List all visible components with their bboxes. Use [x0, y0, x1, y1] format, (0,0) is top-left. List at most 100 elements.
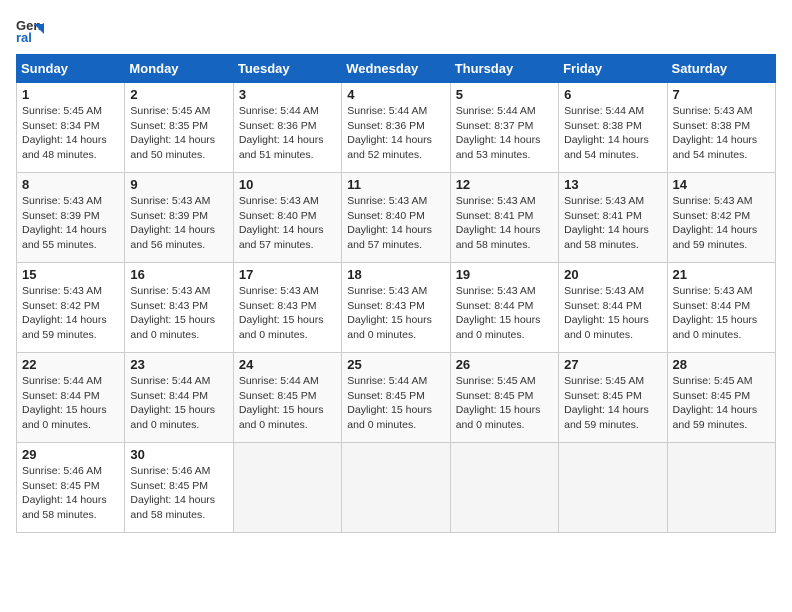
day-info: Sunrise: 5:43 AM Sunset: 8:40 PM Dayligh… [239, 194, 336, 253]
column-header-wednesday: Wednesday [342, 55, 450, 83]
calendar-cell: 30 Sunrise: 5:46 AM Sunset: 8:45 PM Dayl… [125, 443, 233, 533]
calendar-cell [233, 443, 341, 533]
logo-icon: Gene ral [16, 16, 44, 44]
calendar-cell: 18 Sunrise: 5:43 AM Sunset: 8:43 PM Dayl… [342, 263, 450, 353]
calendar-cell: 6 Sunrise: 5:44 AM Sunset: 8:38 PM Dayli… [559, 83, 667, 173]
header: Gene ral [16, 16, 776, 44]
calendar-cell: 14 Sunrise: 5:43 AM Sunset: 8:42 PM Dayl… [667, 173, 775, 263]
day-number: 5 [456, 87, 553, 102]
day-number: 1 [22, 87, 119, 102]
day-number: 20 [564, 267, 661, 282]
day-number: 21 [673, 267, 770, 282]
day-info: Sunrise: 5:43 AM Sunset: 8:41 PM Dayligh… [456, 194, 553, 253]
day-number: 30 [130, 447, 227, 462]
day-number: 25 [347, 357, 444, 372]
day-info: Sunrise: 5:43 AM Sunset: 8:44 PM Dayligh… [456, 284, 553, 343]
day-info: Sunrise: 5:43 AM Sunset: 8:42 PM Dayligh… [673, 194, 770, 253]
column-header-tuesday: Tuesday [233, 55, 341, 83]
calendar-cell: 24 Sunrise: 5:44 AM Sunset: 8:45 PM Dayl… [233, 353, 341, 443]
calendar-cell: 25 Sunrise: 5:44 AM Sunset: 8:45 PM Dayl… [342, 353, 450, 443]
day-number: 16 [130, 267, 227, 282]
day-number: 12 [456, 177, 553, 192]
day-info: Sunrise: 5:45 AM Sunset: 8:45 PM Dayligh… [673, 374, 770, 433]
column-header-saturday: Saturday [667, 55, 775, 83]
day-number: 4 [347, 87, 444, 102]
calendar-cell: 7 Sunrise: 5:43 AM Sunset: 8:38 PM Dayli… [667, 83, 775, 173]
calendar-week-3: 15 Sunrise: 5:43 AM Sunset: 8:42 PM Dayl… [17, 263, 776, 353]
day-info: Sunrise: 5:45 AM Sunset: 8:45 PM Dayligh… [564, 374, 661, 433]
day-info: Sunrise: 5:44 AM Sunset: 8:45 PM Dayligh… [239, 374, 336, 433]
calendar-cell [342, 443, 450, 533]
day-info: Sunrise: 5:46 AM Sunset: 8:45 PM Dayligh… [22, 464, 119, 523]
day-info: Sunrise: 5:44 AM Sunset: 8:36 PM Dayligh… [347, 104, 444, 163]
calendar-cell: 8 Sunrise: 5:43 AM Sunset: 8:39 PM Dayli… [17, 173, 125, 263]
calendar-week-2: 8 Sunrise: 5:43 AM Sunset: 8:39 PM Dayli… [17, 173, 776, 263]
calendar-cell: 11 Sunrise: 5:43 AM Sunset: 8:40 PM Dayl… [342, 173, 450, 263]
calendar-cell: 16 Sunrise: 5:43 AM Sunset: 8:43 PM Dayl… [125, 263, 233, 353]
day-info: Sunrise: 5:43 AM Sunset: 8:43 PM Dayligh… [347, 284, 444, 343]
day-number: 29 [22, 447, 119, 462]
day-number: 15 [22, 267, 119, 282]
day-number: 19 [456, 267, 553, 282]
calendar-cell: 29 Sunrise: 5:46 AM Sunset: 8:45 PM Dayl… [17, 443, 125, 533]
calendar-cell: 27 Sunrise: 5:45 AM Sunset: 8:45 PM Dayl… [559, 353, 667, 443]
column-header-sunday: Sunday [17, 55, 125, 83]
calendar-cell: 26 Sunrise: 5:45 AM Sunset: 8:45 PM Dayl… [450, 353, 558, 443]
day-number: 22 [22, 357, 119, 372]
calendar-week-5: 29 Sunrise: 5:46 AM Sunset: 8:45 PM Dayl… [17, 443, 776, 533]
day-info: Sunrise: 5:44 AM Sunset: 8:38 PM Dayligh… [564, 104, 661, 163]
day-info: Sunrise: 5:44 AM Sunset: 8:36 PM Dayligh… [239, 104, 336, 163]
day-info: Sunrise: 5:43 AM Sunset: 8:44 PM Dayligh… [564, 284, 661, 343]
calendar-cell: 21 Sunrise: 5:43 AM Sunset: 8:44 PM Dayl… [667, 263, 775, 353]
day-info: Sunrise: 5:46 AM Sunset: 8:45 PM Dayligh… [130, 464, 227, 523]
day-number: 2 [130, 87, 227, 102]
day-number: 3 [239, 87, 336, 102]
day-number: 26 [456, 357, 553, 372]
day-info: Sunrise: 5:44 AM Sunset: 8:44 PM Dayligh… [130, 374, 227, 433]
day-info: Sunrise: 5:44 AM Sunset: 8:44 PM Dayligh… [22, 374, 119, 433]
calendar-cell: 4 Sunrise: 5:44 AM Sunset: 8:36 PM Dayli… [342, 83, 450, 173]
day-number: 14 [673, 177, 770, 192]
day-info: Sunrise: 5:43 AM Sunset: 8:43 PM Dayligh… [239, 284, 336, 343]
column-header-monday: Monday [125, 55, 233, 83]
day-number: 10 [239, 177, 336, 192]
calendar-cell: 1 Sunrise: 5:45 AM Sunset: 8:34 PM Dayli… [17, 83, 125, 173]
calendar-cell: 9 Sunrise: 5:43 AM Sunset: 8:39 PM Dayli… [125, 173, 233, 263]
day-info: Sunrise: 5:44 AM Sunset: 8:37 PM Dayligh… [456, 104, 553, 163]
day-number: 18 [347, 267, 444, 282]
calendar-cell [450, 443, 558, 533]
calendar-cell: 22 Sunrise: 5:44 AM Sunset: 8:44 PM Dayl… [17, 353, 125, 443]
day-info: Sunrise: 5:45 AM Sunset: 8:34 PM Dayligh… [22, 104, 119, 163]
day-number: 6 [564, 87, 661, 102]
calendar-cell: 13 Sunrise: 5:43 AM Sunset: 8:41 PM Dayl… [559, 173, 667, 263]
calendar-week-1: 1 Sunrise: 5:45 AM Sunset: 8:34 PM Dayli… [17, 83, 776, 173]
calendar-week-4: 22 Sunrise: 5:44 AM Sunset: 8:44 PM Dayl… [17, 353, 776, 443]
day-number: 8 [22, 177, 119, 192]
day-info: Sunrise: 5:43 AM Sunset: 8:39 PM Dayligh… [130, 194, 227, 253]
day-number: 28 [673, 357, 770, 372]
calendar-cell: 2 Sunrise: 5:45 AM Sunset: 8:35 PM Dayli… [125, 83, 233, 173]
calendar-header-row: SundayMondayTuesdayWednesdayThursdayFrid… [17, 55, 776, 83]
calendar-cell: 17 Sunrise: 5:43 AM Sunset: 8:43 PM Dayl… [233, 263, 341, 353]
day-number: 27 [564, 357, 661, 372]
day-number: 23 [130, 357, 227, 372]
logo: Gene ral [16, 16, 48, 44]
day-info: Sunrise: 5:43 AM Sunset: 8:40 PM Dayligh… [347, 194, 444, 253]
calendar-cell: 12 Sunrise: 5:43 AM Sunset: 8:41 PM Dayl… [450, 173, 558, 263]
calendar-table: SundayMondayTuesdayWednesdayThursdayFrid… [16, 54, 776, 533]
day-info: Sunrise: 5:43 AM Sunset: 8:41 PM Dayligh… [564, 194, 661, 253]
calendar-cell: 19 Sunrise: 5:43 AM Sunset: 8:44 PM Dayl… [450, 263, 558, 353]
day-number: 9 [130, 177, 227, 192]
calendar-cell: 5 Sunrise: 5:44 AM Sunset: 8:37 PM Dayli… [450, 83, 558, 173]
day-number: 17 [239, 267, 336, 282]
day-info: Sunrise: 5:43 AM Sunset: 8:38 PM Dayligh… [673, 104, 770, 163]
calendar-cell [559, 443, 667, 533]
calendar-cell: 3 Sunrise: 5:44 AM Sunset: 8:36 PM Dayli… [233, 83, 341, 173]
day-number: 11 [347, 177, 444, 192]
day-number: 7 [673, 87, 770, 102]
day-info: Sunrise: 5:43 AM Sunset: 8:43 PM Dayligh… [130, 284, 227, 343]
calendar-cell: 23 Sunrise: 5:44 AM Sunset: 8:44 PM Dayl… [125, 353, 233, 443]
day-number: 13 [564, 177, 661, 192]
calendar-cell: 15 Sunrise: 5:43 AM Sunset: 8:42 PM Dayl… [17, 263, 125, 353]
day-info: Sunrise: 5:45 AM Sunset: 8:35 PM Dayligh… [130, 104, 227, 163]
